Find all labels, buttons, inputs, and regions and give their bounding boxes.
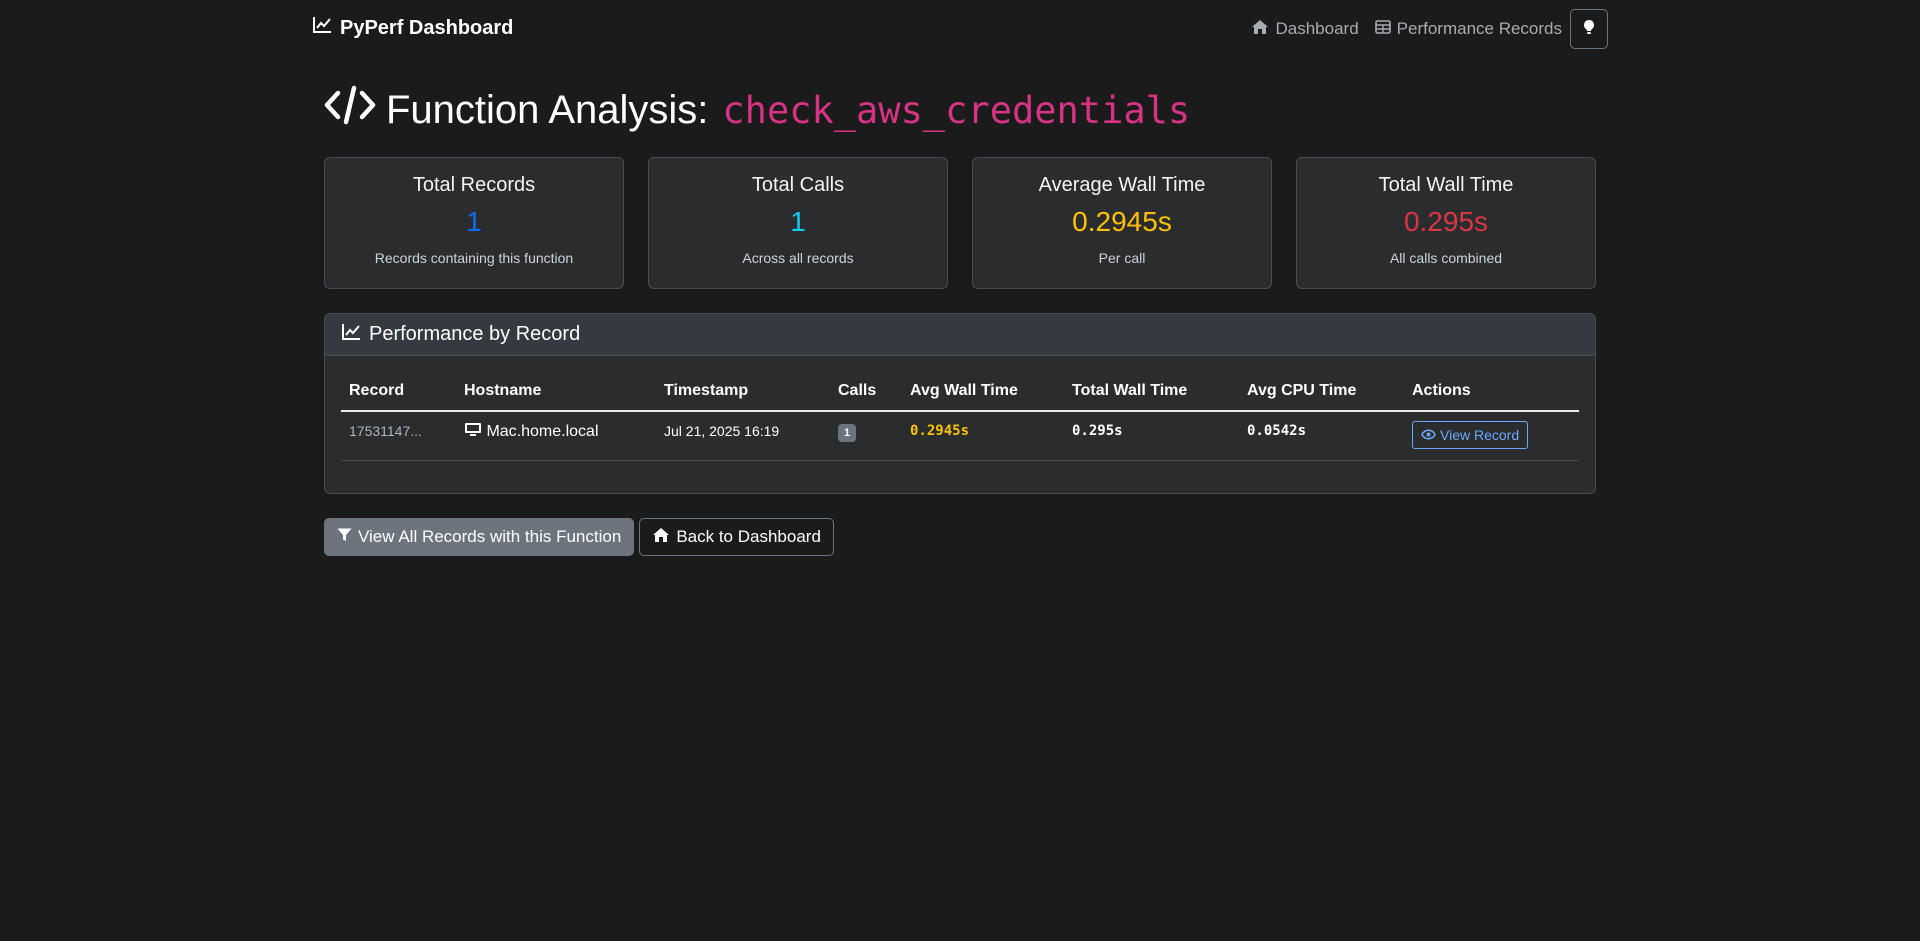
navbar: PyPerf Dashboard Dashboard Performance R… xyxy=(0,0,1920,57)
back-to-dashboard-label: Back to Dashboard xyxy=(676,527,821,546)
stat-subtitle: All calls combined xyxy=(1389,250,1503,266)
stat-card-average-wall-time: Average Wall Time 0.2945s Per call xyxy=(972,157,1272,289)
hostname-cell: Mac.home.local xyxy=(456,411,656,461)
filter-icon xyxy=(337,527,352,547)
stat-title: Average Wall Time xyxy=(1038,174,1206,196)
stat-card-total-calls: Total Calls 1 Across all records xyxy=(648,157,948,289)
function-name: check_aws_credentials xyxy=(722,88,1191,132)
desktop-icon xyxy=(464,423,486,440)
lightbulb-icon xyxy=(1583,19,1595,40)
page-actions: View All Records with this Function Back… xyxy=(324,518,1596,556)
nav-dashboard-link[interactable]: Dashboard xyxy=(1243,19,1359,40)
panel-header: Performance by Record xyxy=(325,314,1595,356)
stats-row: Total Records 1 Records containing this … xyxy=(324,157,1596,289)
page-title: Function Analysis: check_aws_credentials xyxy=(324,57,1596,157)
stat-subtitle: Records containing this function xyxy=(374,250,574,266)
stat-subtitle: Across all records xyxy=(742,250,854,266)
column-header-calls: Calls xyxy=(830,372,902,412)
eye-icon xyxy=(1421,427,1436,443)
stat-value: 0.2945s xyxy=(1072,206,1172,237)
nav-dashboard-label: Dashboard xyxy=(1275,19,1359,38)
main-container: Function Analysis: check_aws_credentials… xyxy=(324,57,1596,556)
actions-cell: View Record xyxy=(1404,411,1579,461)
stat-value: 1 xyxy=(790,206,806,237)
stat-title: Total Wall Time xyxy=(1378,174,1514,196)
total-wall-time-cell: 0.295s xyxy=(1064,411,1239,461)
column-header-actions: Actions xyxy=(1404,372,1579,412)
stat-title: Total Calls xyxy=(751,174,845,196)
view-record-button[interactable]: View Record xyxy=(1412,421,1529,449)
column-header-avg-cpu-time: Avg CPU Time xyxy=(1239,372,1404,412)
calls-cell: 1 xyxy=(830,411,902,461)
view-all-records-button[interactable]: View All Records with this Function xyxy=(324,518,635,556)
nav-performance-records-label: Performance Records xyxy=(1396,19,1562,38)
record-id-cell: 17531147... xyxy=(341,411,456,461)
column-header-record: Record xyxy=(341,372,456,412)
panel-title: Performance by Record xyxy=(369,323,581,345)
chart-line-icon xyxy=(341,323,361,347)
home-icon xyxy=(652,527,670,548)
table-row: 17531147... Mac.home.local Jul 21, 2025 … xyxy=(341,411,1579,461)
avg-cpu-time-cell: 0.0542s xyxy=(1239,411,1404,461)
table-icon xyxy=(1374,19,1391,39)
hostname-text: Mac.home.local xyxy=(486,423,599,440)
chart-line-icon xyxy=(312,16,332,40)
performance-by-record-panel: Performance by Record Record Hostname Ti… xyxy=(324,313,1596,494)
performance-table: Record Hostname Timestamp Calls Avg Wall… xyxy=(341,372,1579,461)
home-icon xyxy=(1251,19,1269,40)
nav-performance-records-link[interactable]: Performance Records xyxy=(1367,19,1562,39)
timestamp-cell: Jul 21, 2025 16:19 xyxy=(656,411,830,461)
brand-title: PyPerf Dashboard xyxy=(340,16,514,39)
table-header-row: Record Hostname Timestamp Calls Avg Wall… xyxy=(341,372,1579,412)
code-icon xyxy=(324,85,376,135)
avg-wall-time-cell: 0.2945s xyxy=(902,411,1064,461)
column-header-timestamp: Timestamp xyxy=(656,372,830,412)
column-header-avg-wall-time: Avg Wall Time xyxy=(902,372,1064,412)
brand-link[interactable]: PyPerf Dashboard xyxy=(312,16,513,40)
back-to-dashboard-button[interactable]: Back to Dashboard xyxy=(639,518,834,556)
view-record-label: View Record xyxy=(1440,427,1520,443)
calls-badge: 1 xyxy=(838,424,857,442)
view-all-records-label: View All Records with this Function xyxy=(358,527,622,546)
stat-card-total-records: Total Records 1 Records containing this … xyxy=(324,157,624,289)
column-header-total-wall-time: Total Wall Time xyxy=(1064,372,1239,412)
theme-toggle-button[interactable] xyxy=(1570,9,1608,49)
column-header-hostname: Hostname xyxy=(456,372,656,412)
stat-value: 0.295s xyxy=(1403,206,1489,237)
stat-title: Total Records xyxy=(412,174,536,196)
stat-card-total-wall-time: Total Wall Time 0.295s All calls combine… xyxy=(1296,157,1596,289)
stat-subtitle: Per call xyxy=(1098,250,1146,266)
stat-value: 1 xyxy=(466,206,482,237)
page-title-prefix: Function Analysis: xyxy=(386,87,709,132)
